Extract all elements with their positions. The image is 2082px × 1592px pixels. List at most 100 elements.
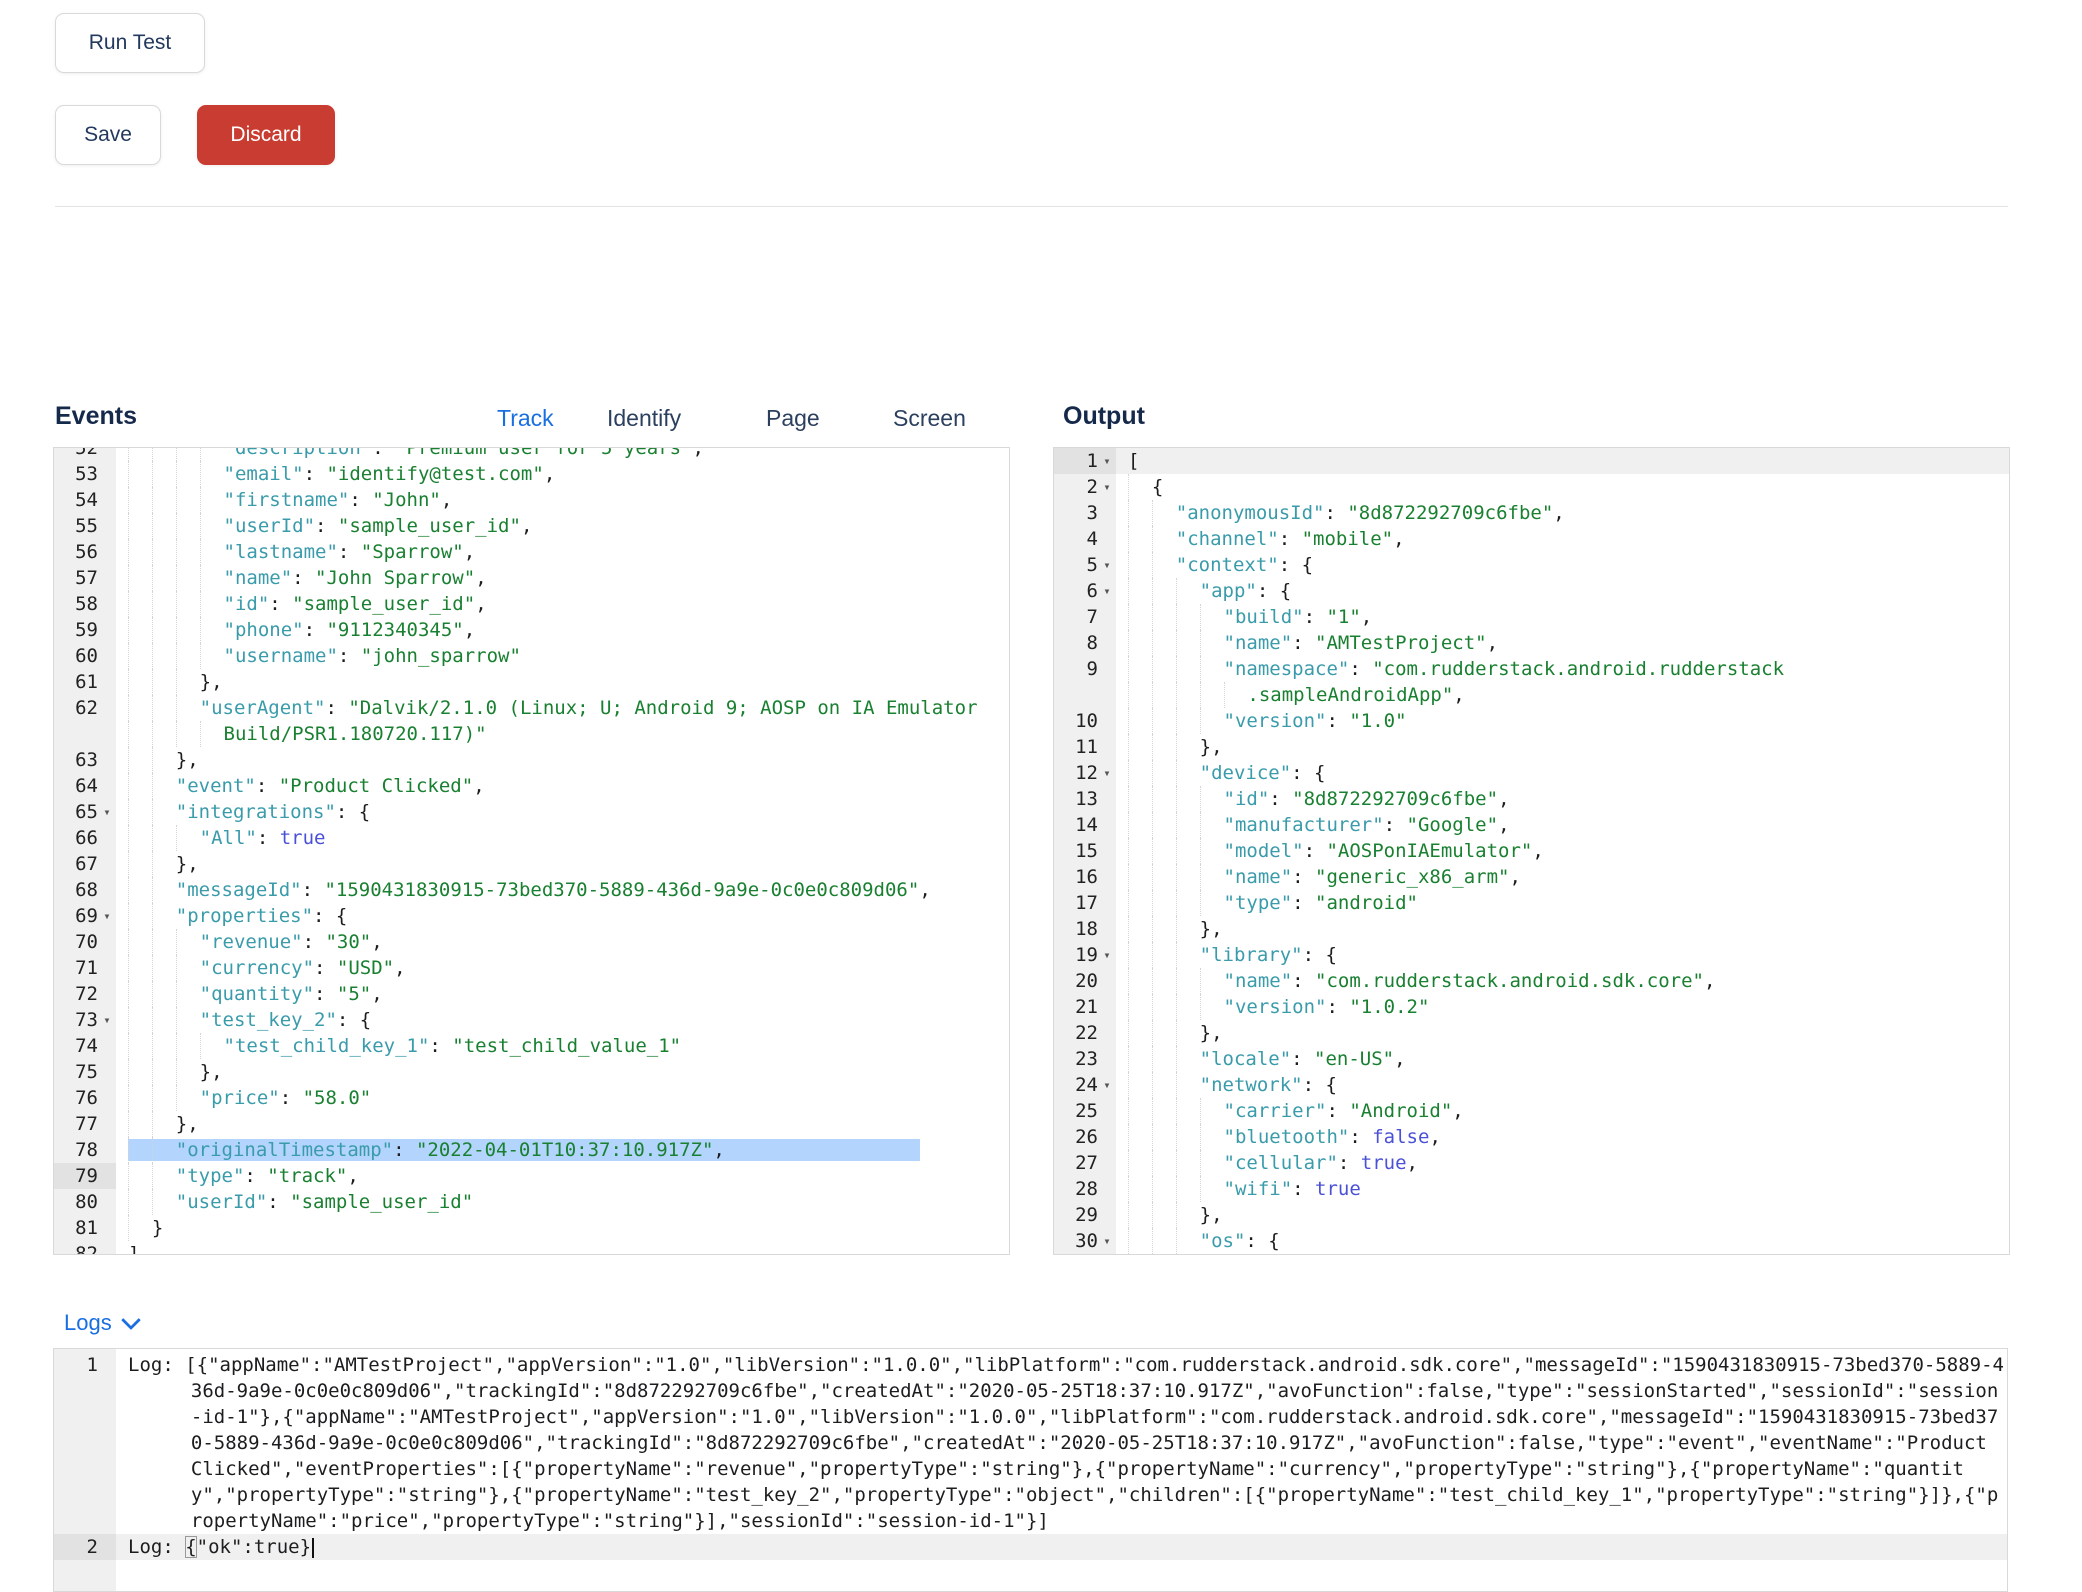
save-button[interactable]: Save [55, 105, 161, 165]
fold-spacer [98, 1085, 116, 1111]
line-gutter: 53 [54, 461, 116, 487]
code-text: "type": "track", [116, 1163, 1009, 1189]
fold-spacer [1098, 656, 1116, 682]
line-number: 69 [54, 903, 98, 929]
code-text: [ [1116, 448, 2009, 474]
code-text: "channel": "mobile", [1116, 526, 2009, 552]
line-number: 21 [1054, 994, 1098, 1020]
code-line: 10"version": "1.0" [1054, 708, 2009, 734]
code-line: 54"firstname": "John", [54, 487, 1009, 513]
code-text: "firstname": "John", [116, 487, 1009, 513]
fold-arrow-icon[interactable]: ▾ [98, 903, 116, 929]
line-number: 2 [1054, 474, 1098, 500]
fold-arrow-icon[interactable]: ▾ [1098, 1228, 1116, 1254]
line-gutter: 13 [1054, 786, 1116, 812]
line-number: 30 [1054, 1228, 1098, 1254]
fold-spacer [98, 1059, 116, 1085]
code-text: "description": "Premium user for 5 years… [116, 447, 1009, 461]
code-text: "name": "John Sparrow", [116, 565, 1009, 591]
code-line: 57"name": "John Sparrow", [54, 565, 1009, 591]
fold-spacer [1098, 1020, 1116, 1046]
fold-spacer [98, 513, 116, 539]
tab-identify[interactable]: Identify [607, 405, 681, 432]
line-gutter: 62 [54, 695, 116, 721]
run-test-button[interactable]: Run Test [55, 13, 205, 73]
events-section-title: Events [55, 402, 137, 431]
fold-spacer [98, 929, 116, 955]
fold-spacer [98, 1534, 116, 1560]
fold-spacer [1098, 630, 1116, 656]
line-number: 68 [54, 877, 98, 903]
line-gutter: 64 [54, 773, 116, 799]
output-code-editor[interactable]: 1▾[2▾{3"anonymousId": "8d872292709c6fbe"… [1053, 447, 2010, 1255]
code-text: "userId": "sample_user_id", [116, 513, 1009, 539]
fold-spacer [1098, 604, 1116, 630]
line-number: 77 [54, 1111, 98, 1137]
discard-button[interactable]: Discard [197, 105, 335, 165]
code-text: "manufacturer": "Google", [1116, 812, 2009, 838]
code-text: "event": "Product Clicked", [116, 773, 1009, 799]
code-line: 14"manufacturer": "Google", [1054, 812, 2009, 838]
fold-arrow-icon[interactable]: ▾ [1098, 552, 1116, 578]
line-gutter: 2 [54, 1534, 116, 1560]
line-gutter: 11 [1054, 734, 1116, 760]
line-gutter: 69▾ [54, 903, 116, 929]
fold-spacer [98, 1137, 116, 1163]
tab-track[interactable]: Track [497, 405, 554, 432]
fold-arrow-icon[interactable]: ▾ [1098, 1072, 1116, 1098]
line-gutter: 74 [54, 1033, 116, 1059]
line-gutter: 10 [1054, 708, 1116, 734]
code-text: "library": { [1116, 942, 2009, 968]
code-line: 58"id": "sample_user_id", [54, 591, 1009, 617]
line-number: 16 [1054, 864, 1098, 890]
fold-arrow-icon[interactable]: ▾ [98, 1007, 116, 1033]
line-number [1054, 682, 1098, 708]
fold-spacer [98, 591, 116, 617]
fold-spacer [98, 851, 116, 877]
code-line: 56"lastname": "Sparrow", [54, 539, 1009, 565]
code-line: 2Log: {"ok":true} [54, 1534, 2007, 1560]
code-text: "All": true [116, 825, 1009, 851]
code-text: Log: [{"appName":"AMTestProject","appVer… [116, 1352, 2007, 1534]
code-text: }, [116, 851, 1009, 877]
fold-arrow-icon[interactable]: ▾ [1098, 578, 1116, 604]
code-line: 1Log: [{"appName":"AMTestProject","appVe… [54, 1352, 2007, 1534]
code-line: 59"phone": "9112340345", [54, 617, 1009, 643]
line-number: 67 [54, 851, 98, 877]
fold-arrow-icon[interactable]: ▾ [1098, 474, 1116, 500]
line-gutter: 1▾ [1054, 448, 1116, 474]
fold-spacer [1098, 916, 1116, 942]
tab-screen[interactable]: Screen [893, 405, 966, 432]
fold-spacer [98, 721, 116, 747]
code-line: 23"locale": "en-US", [1054, 1046, 2009, 1072]
line-number: 1 [54, 1352, 98, 1534]
fold-spacer [98, 447, 116, 461]
fold-arrow-icon[interactable]: ▾ [98, 799, 116, 825]
logs-console[interactable]: 1Log: [{"appName":"AMTestProject","appVe… [53, 1348, 2008, 1592]
tab-page[interactable]: Page [766, 405, 820, 432]
events-code-editor[interactable]: 52"description": "Premium user for 5 yea… [53, 447, 1010, 1255]
code-line: 28"wifi": true [1054, 1176, 2009, 1202]
fold-arrow-icon[interactable]: ▾ [1098, 942, 1116, 968]
line-number: 8 [1054, 630, 1098, 656]
line-gutter: 66 [54, 825, 116, 851]
line-gutter: 16 [1054, 864, 1116, 890]
code-text: }, [1116, 916, 2009, 942]
line-number: 56 [54, 539, 98, 565]
code-text: "test_child_key_1": "test_child_value_1" [116, 1033, 1009, 1059]
fold-spacer [98, 1163, 116, 1189]
line-gutter: 68 [54, 877, 116, 903]
fold-arrow-icon[interactable]: ▾ [1098, 760, 1116, 786]
chevron-down-icon [121, 1310, 141, 1330]
line-gutter [1054, 682, 1116, 708]
fold-arrow-icon[interactable]: ▾ [1098, 448, 1116, 474]
line-gutter: 78 [54, 1137, 116, 1163]
line-gutter: 2▾ [1054, 474, 1116, 500]
code-line: 53"email": "identify@test.com", [54, 461, 1009, 487]
line-number: 12 [1054, 760, 1098, 786]
code-line: 4"channel": "mobile", [1054, 526, 2009, 552]
code-text: "id": "sample_user_id", [116, 591, 1009, 617]
logs-toggle[interactable]: Logs [64, 1310, 138, 1336]
code-line: 67}, [54, 851, 1009, 877]
fold-spacer [1098, 890, 1116, 916]
